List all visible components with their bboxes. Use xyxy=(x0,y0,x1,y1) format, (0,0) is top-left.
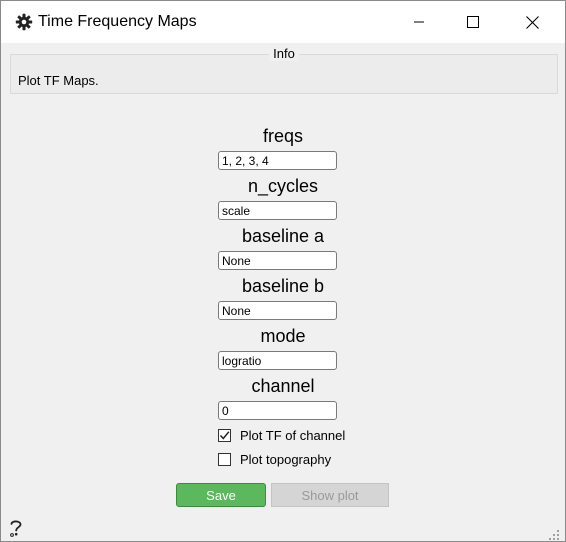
info-text: Plot TF Maps. xyxy=(18,73,99,88)
minimize-icon xyxy=(414,21,424,23)
plot-topography-checkbox-label: Plot topography xyxy=(240,452,332,467)
baseline-a-input[interactable] xyxy=(218,251,337,270)
plot-tf-checkbox[interactable] xyxy=(218,429,231,442)
freqs-input[interactable] xyxy=(218,151,337,170)
n-cycles-input[interactable] xyxy=(218,201,337,220)
mode-input[interactable] xyxy=(218,351,337,370)
title-bar: Time Frequency Maps xyxy=(1,1,565,43)
channel-input[interactable] xyxy=(218,401,337,420)
help-icon[interactable] xyxy=(8,518,24,538)
info-group: Info Plot TF Maps. xyxy=(10,46,558,94)
baseline-a-label: baseline a xyxy=(241,226,325,246)
n-cycles-label: n_cycles xyxy=(247,176,319,196)
close-icon xyxy=(525,15,539,29)
resize-grip-icon[interactable] xyxy=(548,528,560,540)
plot-topography-checkbox[interactable] xyxy=(218,453,231,466)
maximize-icon xyxy=(467,16,479,28)
baseline-b-label: baseline b xyxy=(241,276,325,296)
minimize-button[interactable] xyxy=(396,1,442,43)
show-plot-button[interactable]: Show plot xyxy=(271,483,389,507)
window-title: Time Frequency Maps xyxy=(38,13,197,30)
plot-tf-checkbox-label: Plot TF of channel xyxy=(240,428,346,443)
gear-icon xyxy=(15,13,33,31)
channel-label: channel xyxy=(251,376,315,396)
checkmark-icon xyxy=(219,431,230,440)
plot-topography-checkbox-row[interactable]: Plot topography xyxy=(218,452,331,467)
mode-label: mode xyxy=(260,326,306,346)
close-button[interactable] xyxy=(509,1,555,43)
maximize-button[interactable] xyxy=(450,1,496,43)
baseline-b-input[interactable] xyxy=(218,301,337,320)
main-window: Time Frequency Maps Info Plot TF Maps. f… xyxy=(0,0,566,542)
freqs-label: freqs xyxy=(262,126,304,146)
plot-tf-checkbox-row[interactable]: Plot TF of channel xyxy=(218,428,345,443)
info-group-title: Info xyxy=(269,46,299,61)
save-button[interactable]: Save xyxy=(176,483,266,507)
